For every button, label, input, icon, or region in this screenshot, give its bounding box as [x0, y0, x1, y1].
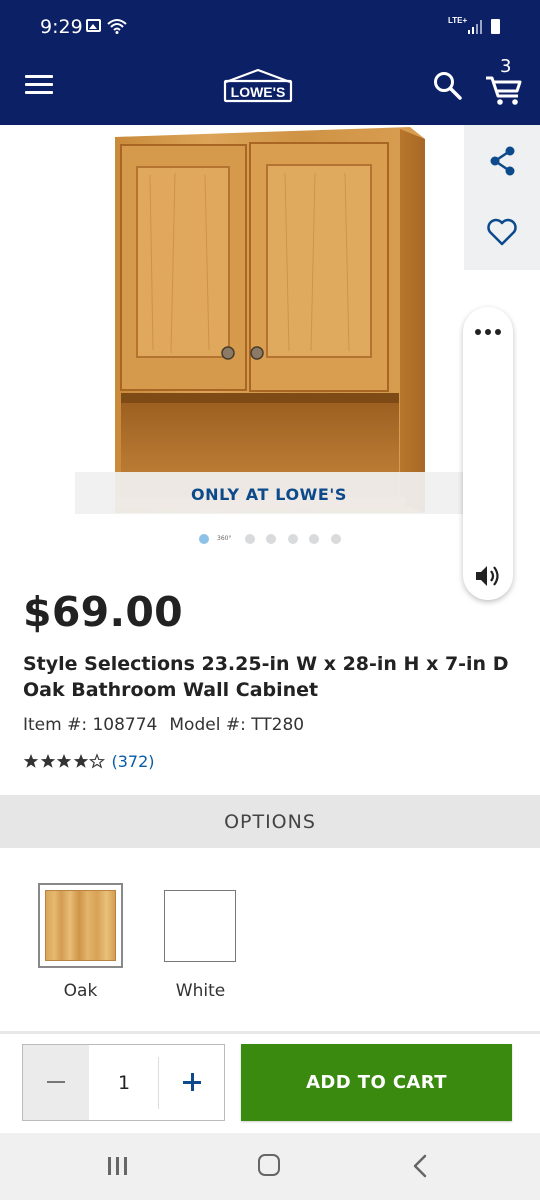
swatch-white[interactable] [164, 890, 236, 962]
swatch-oak[interactable] [38, 883, 123, 968]
only-at-lowes-banner: ONLY AT LOWE'S [75, 472, 463, 514]
menu-icon[interactable] [25, 75, 53, 97]
product-rating[interactable]: (372) [23, 751, 155, 771]
divider [0, 1031, 540, 1034]
oak-finish-sample [45, 890, 116, 961]
swatch-label-oak[interactable]: Oak [38, 981, 123, 1001]
carousel-dot[interactable] [331, 534, 341, 544]
signal-icon [468, 20, 482, 34]
product-image[interactable] [75, 125, 463, 515]
carousel-dot[interactable] [199, 534, 209, 544]
rating-stars [23, 753, 106, 769]
cart-count-badge: 3 [500, 56, 512, 77]
search-icon[interactable] [432, 70, 464, 102]
carousel-dot[interactable] [266, 534, 276, 544]
add-to-cart-button[interactable]: ADD TO CART [241, 1044, 512, 1121]
wifi-icon [107, 19, 127, 34]
carousel-dot[interactable] [309, 534, 319, 544]
item-number: Item #: 108774 [23, 715, 158, 735]
battery-icon [491, 19, 500, 34]
home-icon[interactable] [258, 1154, 280, 1176]
swatch-label-white[interactable]: White [158, 981, 243, 1001]
system-nav-bar [0, 1133, 540, 1200]
back-icon[interactable] [410, 1153, 430, 1179]
screen: 9:29 LTE+ LOWE'S 3 ONLY AT LOWE'S 360° $… [0, 0, 540, 1200]
options-header: OPTIONS [0, 795, 540, 848]
network-label: LTE+ [448, 16, 468, 25]
product-title: Style Selections 23.25-in W x 28-in H x … [23, 653, 509, 701]
increase-quantity-button[interactable] [159, 1045, 225, 1120]
star-full-icon [23, 754, 39, 768]
carousel-360-label[interactable]: 360° [217, 535, 231, 542]
recents-icon[interactable] [106, 1155, 130, 1177]
share-icon[interactable] [488, 145, 518, 177]
status-bar: 9:29 LTE+ [0, 0, 540, 46]
product-price: $69.00 [23, 588, 184, 636]
star-full-icon [73, 754, 88, 768]
review-count-link[interactable]: (372) [112, 752, 155, 771]
media-controls [463, 307, 513, 600]
image-icon [86, 19, 101, 32]
product-identifiers: Item #: 108774 Model #: TT280 [23, 715, 304, 735]
side-actions-panel [464, 125, 540, 270]
model-number: Model #: TT280 [169, 715, 305, 735]
lowes-logo[interactable]: LOWE'S [222, 68, 294, 104]
star-full-icon [40, 754, 55, 768]
image-carousel-dots: 360° [197, 532, 357, 546]
more-icon[interactable] [474, 321, 502, 341]
app-header: LOWE'S 3 [0, 46, 540, 125]
star-empty-icon [89, 753, 105, 769]
status-time: 9:29 [40, 16, 83, 38]
speaker-icon[interactable] [474, 563, 502, 589]
carousel-dot[interactable] [245, 534, 255, 544]
heart-icon[interactable] [486, 217, 518, 247]
minus-icon [47, 1081, 65, 1083]
star-full-icon [56, 754, 72, 768]
logo-text: LOWE'S [231, 84, 286, 100]
quantity-input[interactable] [89, 1045, 159, 1120]
carousel-dot[interactable] [288, 534, 298, 544]
decrease-quantity-button[interactable] [23, 1045, 89, 1120]
quantity-stepper [22, 1044, 225, 1121]
